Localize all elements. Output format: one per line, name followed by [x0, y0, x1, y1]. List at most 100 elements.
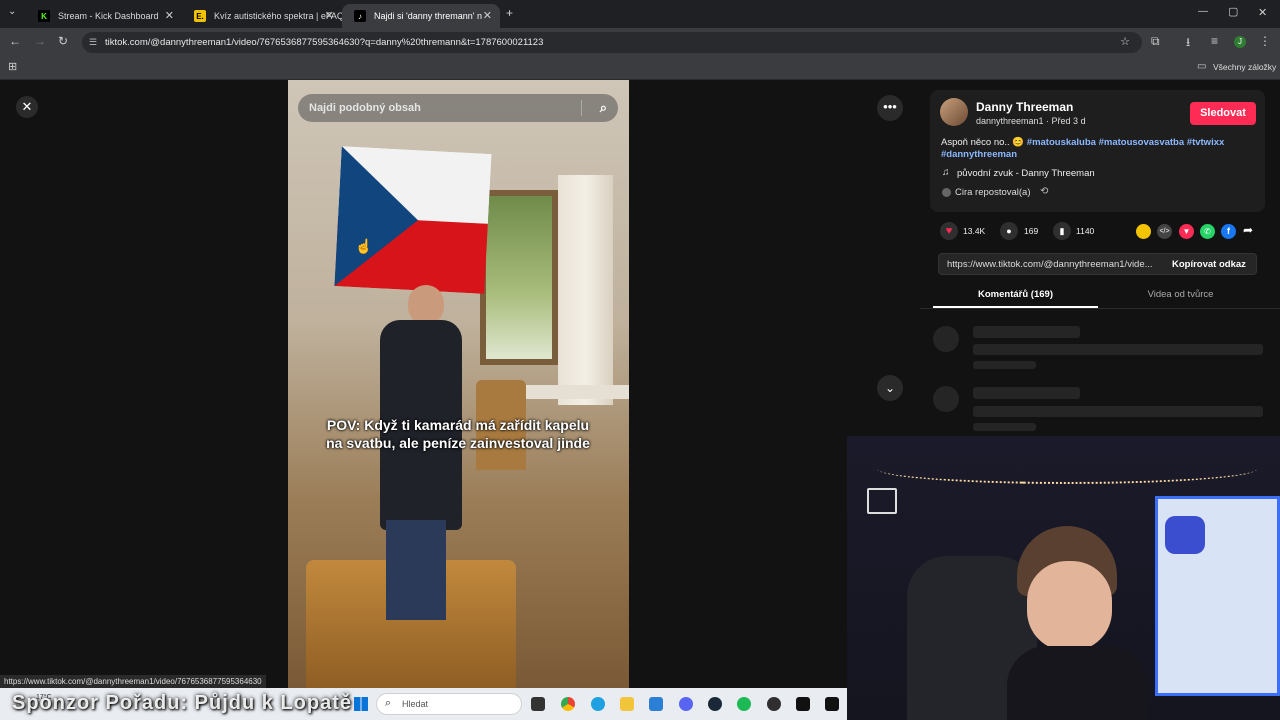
link-status-bar: https://www.tiktok.com/@dannythreeman1/v…	[0, 675, 266, 688]
folder-icon: ▭	[1197, 61, 1207, 72]
video-person-legs	[386, 520, 446, 620]
taskbar-search-placeholder: Hledat	[402, 699, 429, 709]
discord-icon[interactable]	[679, 697, 693, 711]
webcam-fairy-lights	[877, 454, 1257, 484]
stats-row: ♥ 13.4K ● 169 ▮ 1140 </> ▼ ✆ f ➦	[940, 222, 1260, 242]
comment-icon[interactable]: ●	[1000, 222, 1018, 240]
tab-comments[interactable]: Komentářů (169)	[933, 289, 1098, 300]
author-card: Danny Threeman dannythreeman1 · Před 3 d…	[930, 90, 1265, 212]
search-icon[interactable]: ⌕	[600, 94, 607, 122]
efaq-favicon-icon: E.	[194, 10, 206, 22]
webcam-streamer	[1007, 526, 1147, 720]
author-name[interactable]: Danny Threeman	[976, 100, 1073, 114]
spotify-icon[interactable]	[737, 697, 751, 711]
send-to-friends-icon[interactable]: ▼	[1179, 224, 1194, 239]
embed-icon[interactable]: </>	[1157, 224, 1172, 239]
webcam-basketball-hoop	[867, 488, 897, 514]
music-note-icon: ♫	[942, 167, 950, 178]
save-count: 1140	[1076, 226, 1095, 236]
close-icon[interactable]: ✕	[483, 9, 492, 22]
comment-count: 169	[1024, 226, 1039, 236]
bookmark-icon[interactable]: ▮	[1053, 222, 1071, 240]
share-link-box: https://www.tiktok.com/@dannythreeman1/v…	[938, 253, 1257, 275]
tab-kick-dashboard[interactable]: K Stream - Kick Dashboard ✕	[26, 4, 182, 28]
minimize-icon[interactable]: —	[1198, 6, 1208, 17]
profile-avatar[interactable]: J	[1234, 36, 1246, 48]
facebook-icon[interactable]: f	[1221, 224, 1236, 239]
download-icon[interactable]: ⭳	[1186, 33, 1190, 54]
like-icon[interactable]: ♥	[940, 222, 958, 240]
next-video-button[interactable]: ⌄	[877, 375, 903, 401]
repost-text: Cira repostoval(a)	[955, 187, 1031, 198]
video-caption: POV: Když ti kamarád má zařídit kapelu n…	[326, 417, 590, 451]
obs-icon[interactable]	[767, 697, 781, 711]
close-video-button[interactable]: ✕	[16, 96, 38, 118]
search-icon: ⌕	[385, 697, 392, 709]
back-icon[interactable]: ←	[9, 34, 21, 48]
windows-start-icon[interactable]	[354, 697, 368, 711]
description-text: Aspoň něco no.. 😊	[941, 137, 1025, 148]
hashtag-link[interactable]: #tvtwixx	[1187, 137, 1225, 148]
browser-toolbar: ← → ↻ ☰ tiktok.com/@dannythreeman1/video…	[0, 28, 1280, 56]
address-bar[interactable]: ☰ tiktok.com/@dannythreeman1/video/76765…	[82, 32, 1142, 53]
tab-label: Kvíz autistického spektra | eFAQ	[214, 11, 342, 21]
author-avatar[interactable]	[940, 98, 968, 126]
comment-skeleton-avatar	[933, 326, 959, 352]
site-info-icon[interactable]: ☰	[89, 32, 97, 53]
webcam-shelf-plush	[1165, 516, 1205, 554]
apps-grid-icon[interactable]: ⊞	[8, 60, 17, 73]
tiktok-icon[interactable]	[796, 697, 810, 711]
follow-button[interactable]: Sledovat	[1190, 102, 1256, 125]
sound-link[interactable]: původní zvuk - Danny Threeman	[957, 168, 1095, 179]
similar-content-search[interactable]: Najdi podobný obsah ⌕	[298, 94, 618, 122]
bookmark-star-icon[interactable]: ☆	[1120, 32, 1130, 53]
hashtag-link[interactable]: #matousovasvatba	[1099, 137, 1185, 148]
chrome-icon[interactable]	[561, 697, 575, 711]
comment-skeleton-avatar	[933, 386, 959, 412]
comment-skeleton-line	[973, 406, 1263, 417]
more-options-button[interactable]: •••	[877, 95, 903, 121]
emoji-share-icon[interactable]	[1136, 224, 1151, 239]
whatsapp-icon[interactable]: ✆	[1200, 224, 1215, 239]
maximize-icon[interactable]: ▢	[1228, 5, 1238, 18]
new-tab-icon[interactable]: +	[506, 6, 513, 20]
capcut-icon[interactable]	[825, 697, 839, 711]
tab-search-icon[interactable]: ⌄	[8, 6, 16, 17]
calculator-icon[interactable]	[649, 697, 663, 711]
search-divider	[581, 100, 582, 116]
author-handle: dannythreeman1 · Před 3 d	[976, 116, 1086, 126]
forward-icon[interactable]: →	[34, 34, 46, 48]
extensions-icon[interactable]: ⧉	[1151, 34, 1160, 49]
tab-tiktok[interactable]: ♪ Najdi si 'danny thremann' n ✕	[342, 4, 500, 28]
file-explorer-icon[interactable]	[620, 697, 634, 711]
video-description: Aspoň něco no.. 😊 #matouskaluba #matouso…	[941, 137, 1251, 161]
video-window	[480, 190, 558, 365]
video-table	[508, 385, 629, 399]
all-bookmarks-link[interactable]: Všechny záložky	[1213, 62, 1276, 72]
tab-creator-videos[interactable]: Videa od tvůrce	[1098, 289, 1263, 300]
hashtag-link[interactable]: #dannythreeman	[941, 149, 1017, 160]
tab-efaq-quiz[interactable]: E. Kvíz autistického spektra | eFAQ ✕	[182, 4, 342, 28]
like-count: 13.4K	[963, 226, 986, 236]
comment-skeleton-line	[973, 344, 1263, 355]
taskbar-search[interactable]: ⌕ Hledat	[376, 693, 522, 715]
edge-icon[interactable]	[591, 697, 605, 711]
similar-content-placeholder: Najdi podobný obsah	[309, 102, 421, 114]
menu-kebab-icon[interactable]: ⋮	[1259, 34, 1271, 48]
share-arrow-icon[interactable]: ➦	[1243, 223, 1253, 237]
video-person	[408, 285, 444, 325]
reload-icon[interactable]: ↻	[58, 34, 68, 48]
steam-icon[interactable]	[708, 697, 722, 711]
window-close-icon[interactable]: ✕	[1258, 6, 1267, 19]
hashtag-link[interactable]: #matouskaluba	[1027, 137, 1096, 148]
media-icon[interactable]: ≡	[1211, 34, 1218, 48]
copy-link-button[interactable]: Kopírovat odkaz	[1172, 259, 1246, 270]
close-icon[interactable]: ✕	[165, 9, 174, 22]
repost-icon: ⟲	[1040, 186, 1049, 197]
close-icon[interactable]: ✕	[325, 9, 334, 22]
task-view-icon[interactable]	[531, 697, 545, 711]
czech-flag-image	[334, 146, 492, 294]
tiktok-favicon-icon: ♪	[354, 10, 366, 22]
video-player[interactable]: Najdi podobný obsah ⌕ POV: Když ti kamar…	[288, 80, 629, 688]
tab-label: Stream - Kick Dashboard	[58, 11, 159, 21]
